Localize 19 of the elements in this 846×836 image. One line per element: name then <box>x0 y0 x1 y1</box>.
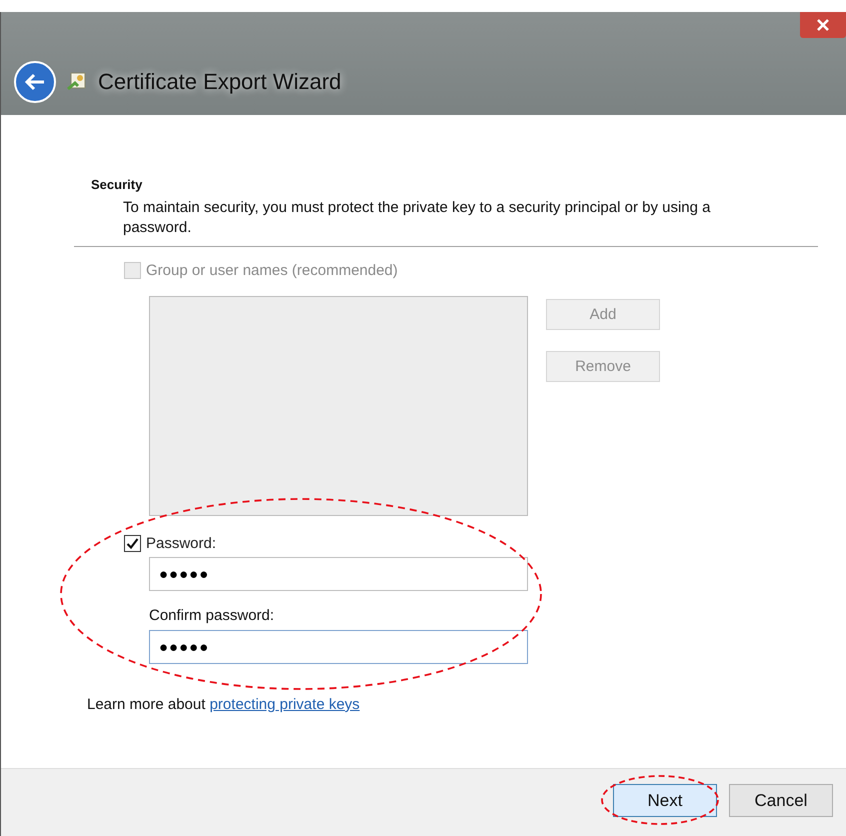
cancel-button[interactable]: Cancel <box>729 784 833 817</box>
close-button[interactable] <box>800 12 846 38</box>
section-description: To maintain security, you must protect the private key to a security principal or by using a password. <box>123 198 712 238</box>
back-button[interactable] <box>14 60 56 102</box>
checkbox[interactable] <box>124 534 141 552</box>
password-field[interactable]: ●●●●● <box>149 630 528 664</box>
help-link[interactable]: protecting private keys <box>210 696 360 713</box>
section-heading: Security <box>91 177 142 192</box>
checkbox-label: Group or user names (recommended) <box>146 262 398 278</box>
checkmark-icon <box>126 536 139 550</box>
confirm-label: Confirm password: <box>149 606 274 626</box>
back-arrow-icon <box>24 72 46 90</box>
window-title: Certificate Export Wizard <box>98 68 342 94</box>
certificate-icon <box>66 70 88 92</box>
next-button[interactable]: Next <box>613 784 717 817</box>
password-field[interactable]: ●●●●● <box>149 557 528 591</box>
checkbox-label: Password: <box>146 534 216 552</box>
close-icon <box>817 19 829 31</box>
learn-more-text: Learn more about protecting private keys <box>87 696 360 713</box>
